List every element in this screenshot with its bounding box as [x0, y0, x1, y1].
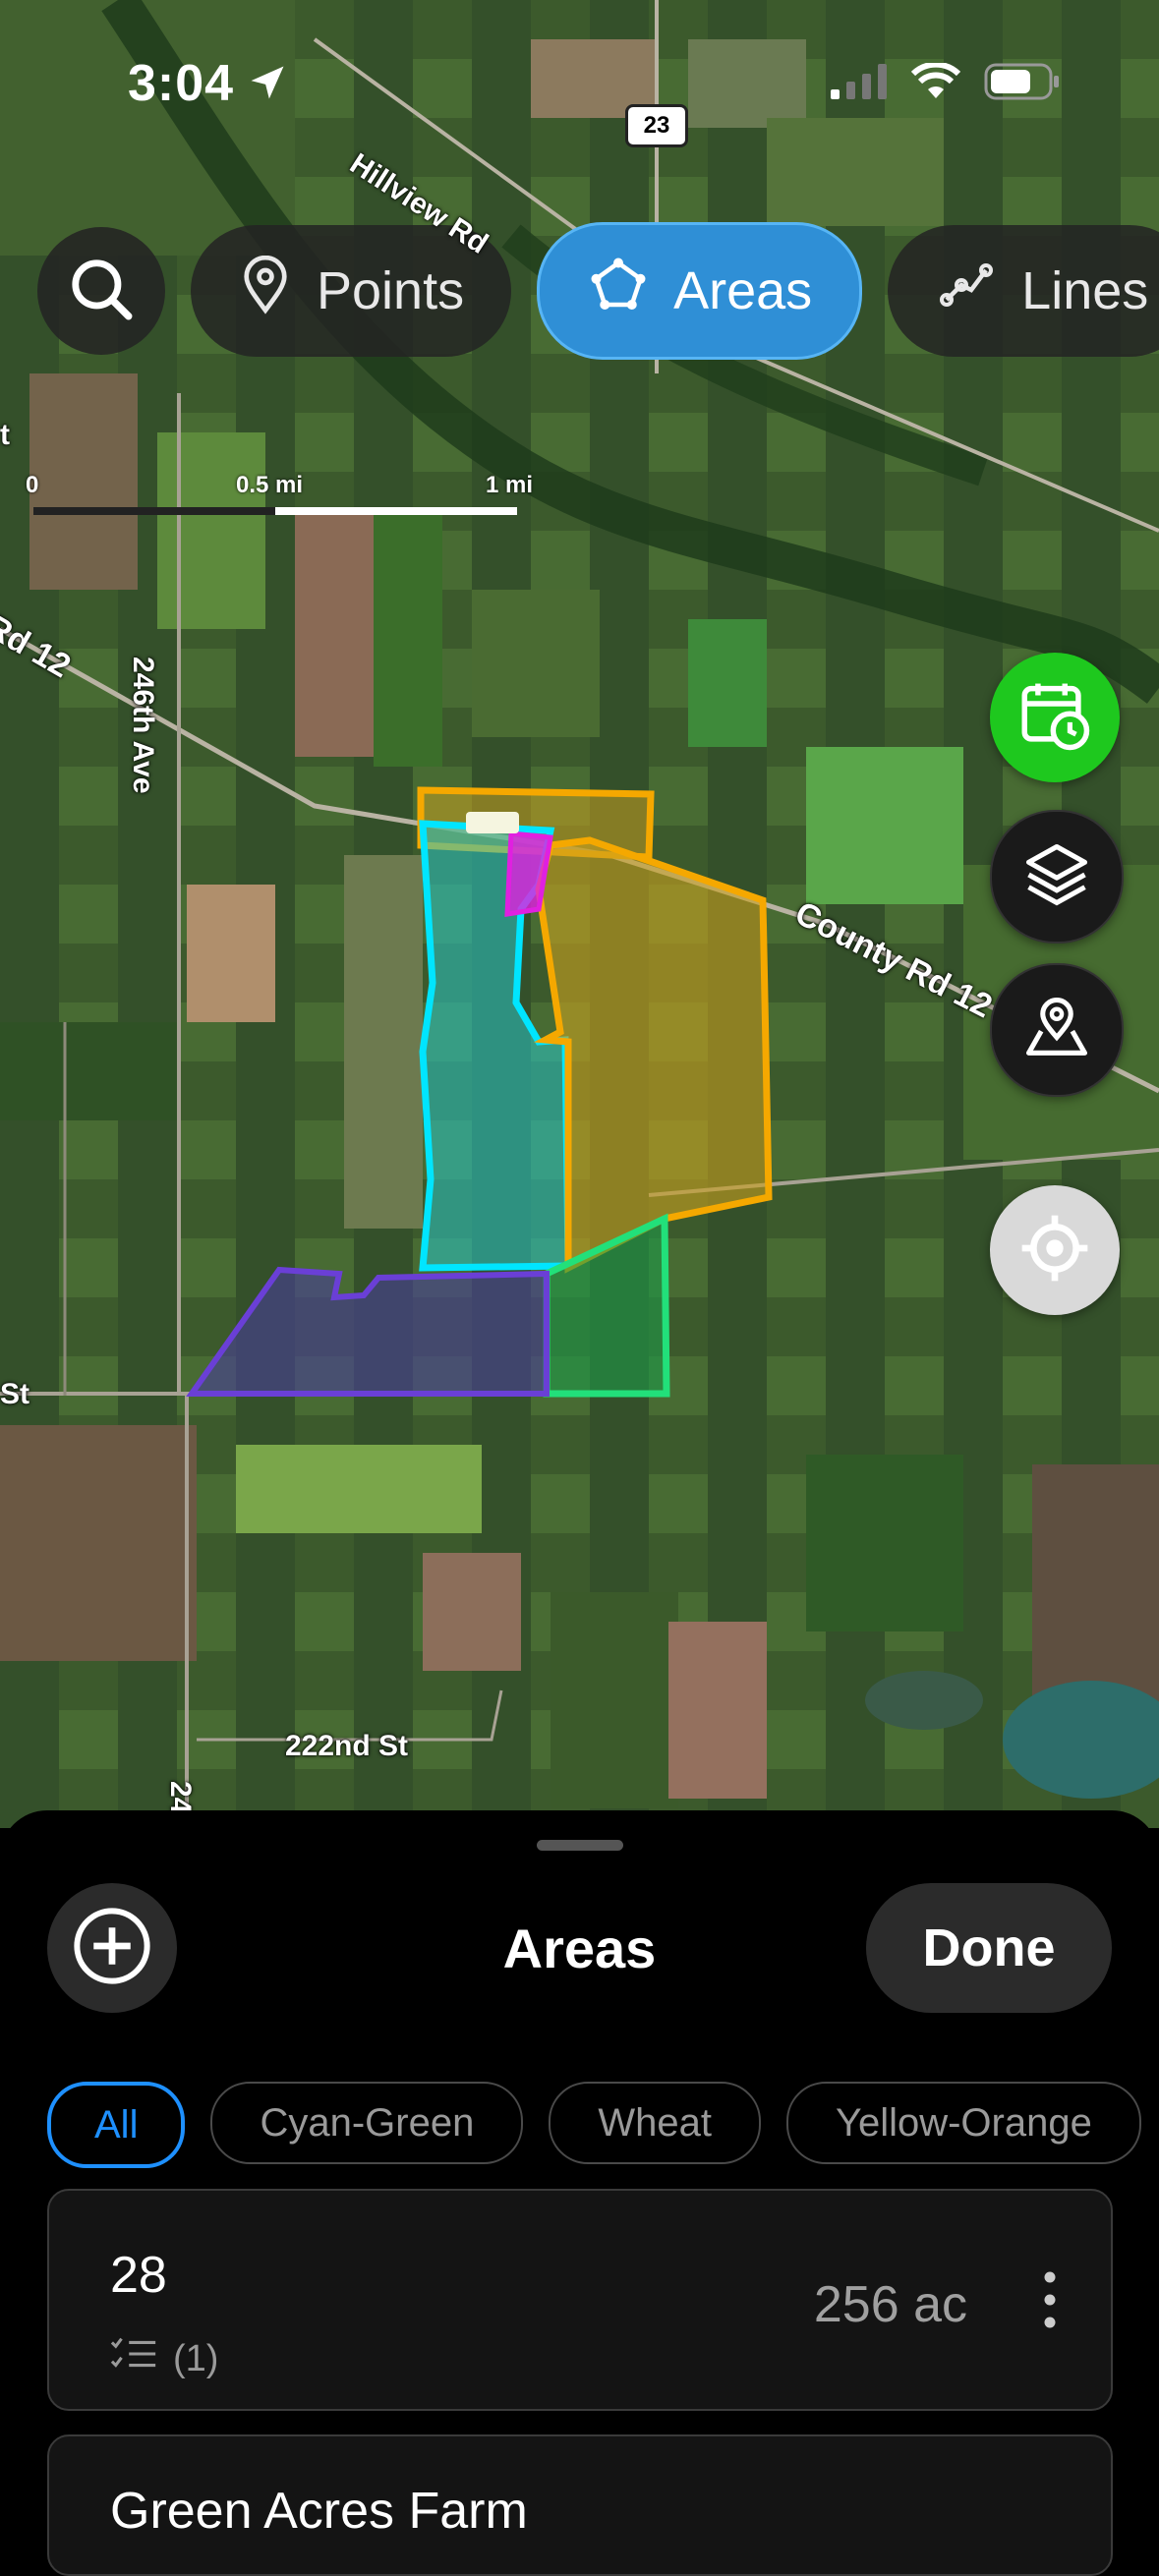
area-name: Green Acres Farm [110, 2483, 528, 2540]
map-pin-icon [1019, 991, 1094, 1070]
scale-label-half: 0.5 mi [236, 472, 304, 498]
line-icon [937, 256, 996, 327]
filter-chip-wheat[interactable]: Wheat [549, 2082, 761, 2164]
scale-bar-light [275, 507, 517, 515]
sheet-grabber[interactable] [537, 1840, 623, 1851]
search-icon [65, 253, 138, 330]
battery-icon [984, 63, 1061, 105]
road-label-edge-st: St [0, 1378, 29, 1410]
wifi-icon [910, 61, 961, 105]
locate-icon [1015, 1209, 1094, 1292]
area-name: 28 [110, 2247, 167, 2304]
locate-button[interactable] [990, 1185, 1120, 1315]
road-label-edge-t: t [0, 419, 10, 451]
layers-icon [1019, 837, 1094, 917]
map-scale: 0 0.5 mi 1 mi [26, 472, 541, 521]
top-toolbar: Points Areas Lines [37, 222, 1159, 360]
done-button[interactable]: Done [866, 1883, 1112, 2013]
scale-label-0: 0 [26, 472, 39, 498]
area-task-count: (1) [110, 2334, 218, 2383]
area-size: 256 ac [813, 2276, 967, 2333]
filter-chip-yellow-orange[interactable]: Yellow-Orange [785, 2082, 1141, 2164]
filter-chips: All Cyan-Green Wheat Yellow-Orange [47, 2082, 1141, 2168]
status-icons [831, 61, 1061, 105]
scale-label-one: 1 mi [486, 472, 534, 498]
area-list-item[interactable]: 28 (1) 256 ac [47, 2189, 1113, 2411]
area-list-item[interactable]: Green Acres Farm [47, 2434, 1113, 2576]
pin-icon [240, 255, 291, 327]
areas-sheet: Areas Done All Cyan-Green Wheat Yellow-O… [0, 1810, 1159, 2576]
tab-areas-label: Areas [673, 261, 813, 320]
status-time: 3:04 [128, 55, 235, 112]
calendar-clock-icon [1014, 675, 1095, 761]
tab-points-label: Points [317, 261, 465, 320]
tab-lines[interactable]: Lines [888, 225, 1159, 357]
layers-button[interactable] [990, 810, 1124, 944]
area-task-count-label: (1) [173, 2337, 219, 2379]
road-label-edge-24: 24 [164, 1781, 197, 1814]
road-label-246th: 246th Ave [127, 657, 159, 794]
location-arrow-icon [246, 61, 289, 109]
filter-chip-cyan-green[interactable]: Cyan-Green [210, 2082, 524, 2164]
scale-bar-dark [33, 507, 275, 515]
filter-chip-all[interactable]: All [47, 2082, 186, 2168]
more-options-icon[interactable] [1044, 2271, 1056, 2333]
road-label-222nd: 222nd St [285, 1730, 409, 1762]
schedule-button[interactable] [990, 653, 1120, 782]
map-pin-button[interactable] [990, 963, 1124, 1097]
tab-lines-label: Lines [1021, 261, 1149, 320]
search-button[interactable] [37, 227, 165, 355]
cellular-signal-icon [831, 64, 888, 104]
route-shield: 23 [625, 104, 688, 147]
polygon-icon [589, 256, 648, 327]
status-bar: 3:04 [0, 0, 1159, 147]
tab-areas[interactable]: Areas [537, 222, 863, 360]
checklist-icon [110, 2334, 159, 2383]
